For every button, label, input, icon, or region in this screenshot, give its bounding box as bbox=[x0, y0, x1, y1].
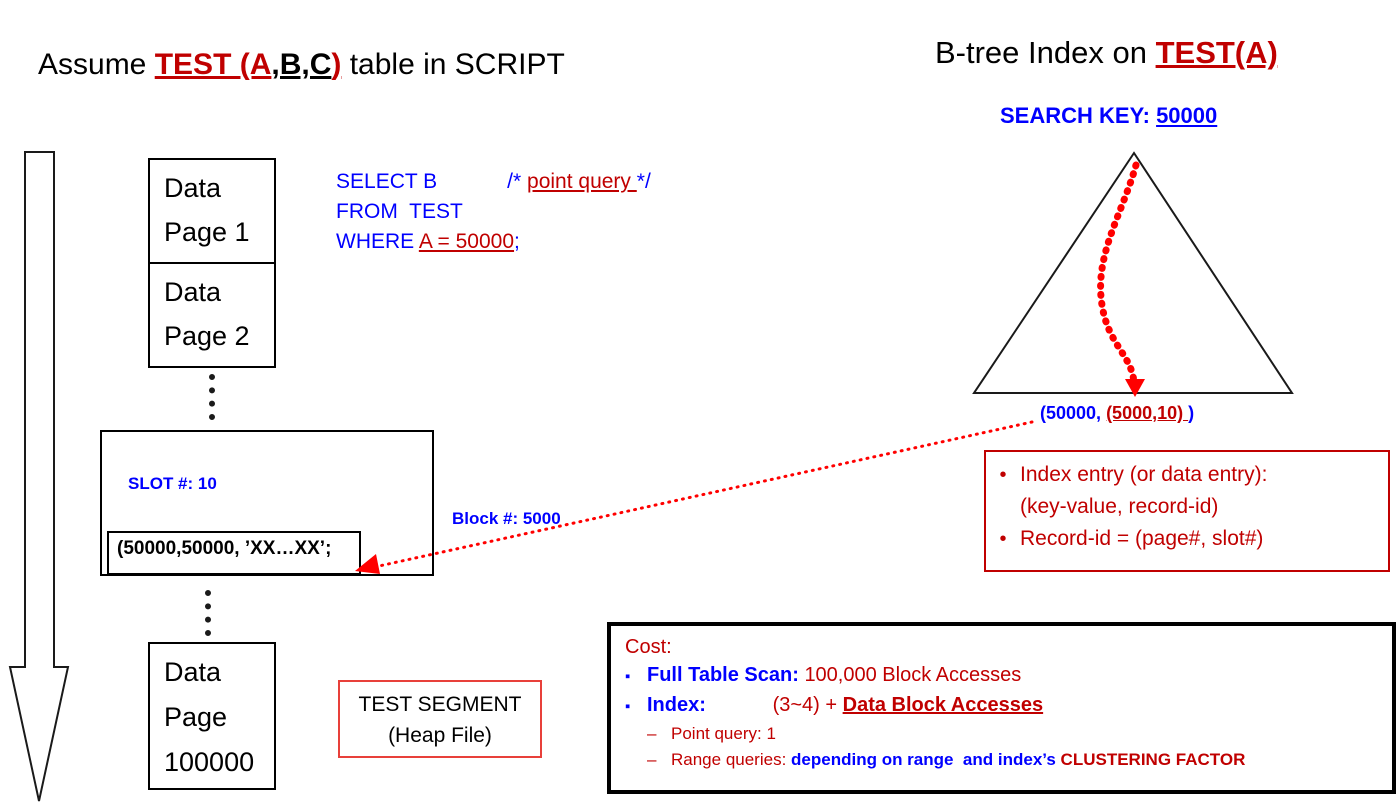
test-segment-title: TEST SEGMENT bbox=[358, 693, 522, 716]
data-page-2-box: Data Page 2 bbox=[148, 262, 276, 368]
sql-line-1: SELECT B /* point query */ bbox=[336, 167, 651, 197]
index-entry-record-id: (5000,10) bbox=[1106, 403, 1189, 423]
record-id-pointer-arrowhead bbox=[355, 554, 380, 574]
cost-subrow-0-text: Point query: 1 bbox=[671, 724, 776, 743]
bullet-dot-icon: • bbox=[999, 528, 1007, 550]
sql-comment-close: */ bbox=[636, 170, 651, 193]
test-segment-subtitle: (Heap File) bbox=[388, 724, 492, 747]
data-page-1-line-1: Data bbox=[164, 173, 222, 203]
info-bullet-2: • Record-id = (page#, slot#) bbox=[986, 523, 1388, 555]
vertical-ellipsis-upper bbox=[209, 374, 215, 420]
page-title-left-suffix: table in SCRIPT bbox=[341, 48, 565, 81]
test-segment-box: TEST SEGMENT (Heap File) bbox=[338, 680, 542, 758]
page-title-right-prefix: B-tree Index on bbox=[935, 35, 1156, 70]
record-id-pointer-line bbox=[368, 420, 1034, 570]
search-key-label: SEARCH KEY: 50000 bbox=[1000, 103, 1217, 129]
slide-canvas: Assume TEST (A,B,C) table in SCRIPT B-tr… bbox=[0, 0, 1398, 806]
page-title-right: B-tree Index on TEST(A) bbox=[935, 34, 1278, 72]
record-text: (50000,50000, ’XX…XX’; bbox=[117, 538, 332, 559]
sql-comment-text: point query bbox=[527, 170, 637, 193]
btree-triangle bbox=[962, 145, 1302, 405]
dash-icon: – bbox=[647, 750, 657, 769]
page-title-left-table-red: TEST (A bbox=[154, 48, 272, 81]
search-key-value: 50000 bbox=[1156, 103, 1218, 128]
cost-row-1-value-emphasis: Data Block Accesses bbox=[842, 694, 1044, 716]
cost-title: Cost: bbox=[625, 636, 672, 658]
search-key-text: SEARCH KEY: bbox=[1000, 103, 1157, 128]
cost-row-1-value: (3~4) + bbox=[772, 694, 843, 716]
index-entry-key: (50000, bbox=[1040, 403, 1107, 423]
dash-icon: – bbox=[647, 724, 657, 743]
data-page-last-line-3: 100000 bbox=[164, 747, 255, 777]
bullet-dot-icon: • bbox=[999, 464, 1007, 486]
index-entry-label: (50000, (5000,10) ) bbox=[1040, 403, 1194, 424]
cost-subrow-point-query: – Point query: 1 bbox=[625, 721, 1392, 747]
page-title-left-table-black: ,B,C bbox=[271, 48, 332, 81]
sql-where-keyword: WHERE bbox=[336, 230, 419, 253]
sql-query-block: SELECT B /* point query */ FROM TEST WHERE… bbox=[336, 167, 651, 257]
data-page-100000-box: Data Page 100000 bbox=[148, 642, 276, 790]
info-bullet-1-line-1: Index entry (or data entry): bbox=[1020, 463, 1268, 486]
data-page-1-line-2: Page 1 bbox=[164, 217, 250, 247]
cost-row-1-label: Index: bbox=[647, 694, 773, 716]
index-entry-close-paren: ) bbox=[1188, 403, 1195, 423]
vertical-ellipsis-lower bbox=[205, 590, 211, 636]
page-title-left-prefix: Assume bbox=[38, 48, 155, 81]
btree-triangle-shape bbox=[972, 151, 1294, 394]
bullet-square-icon: ▪ bbox=[625, 698, 631, 715]
cost-box: Cost: ▪ Full Table Scan: 100,000 Block A… bbox=[607, 622, 1396, 794]
cost-row-index: ▪ Index: (3~4) + Data Block Accesses bbox=[625, 691, 1392, 721]
cost-subrow-1-blue: depending on range and index’s bbox=[791, 750, 1061, 769]
data-page-1-box: Data Page 1 bbox=[148, 158, 276, 264]
page-title-right-emphasis: TEST(A) bbox=[1155, 35, 1278, 70]
sql-where-predicate: A = 50000 bbox=[418, 230, 515, 253]
sql-terminator: ; bbox=[514, 230, 520, 253]
data-page-2-line-2: Page 2 bbox=[164, 321, 250, 351]
page-title-left: Assume TEST (A,B,C) table in SCRIPT bbox=[38, 47, 565, 83]
cost-subrow-1-text: Range queries: bbox=[671, 750, 792, 769]
record-id-pointer bbox=[355, 420, 1034, 574]
sql-select-clause: SELECT B bbox=[336, 170, 438, 193]
cost-row-0-label: Full Table Scan: bbox=[647, 664, 805, 686]
info-bullet-1: • Index entry (or data entry): bbox=[986, 459, 1388, 491]
info-bullet-1-line-2: (key-value, record-id) bbox=[1020, 495, 1219, 518]
page-title-left-table-red2: ) bbox=[331, 48, 342, 81]
down-arrow-shape bbox=[8, 151, 70, 802]
cost-subrow-range-queries: – Range queries: depending on range and … bbox=[625, 747, 1392, 773]
cost-row-full-table-scan: ▪ Full Table Scan: 100,000 Block Accesse… bbox=[625, 661, 1392, 691]
sql-comment-open: /* bbox=[507, 170, 528, 193]
data-page-last-line-2: Page bbox=[164, 702, 228, 732]
scan-direction-arrow bbox=[6, 150, 86, 806]
sql-line-3: WHERE A = 50000; bbox=[336, 227, 651, 257]
index-entry-info-box: • Index entry (or data entry): (key-valu… bbox=[984, 450, 1390, 572]
cost-row-0-value: 100,000 Block Accesses bbox=[804, 664, 1022, 686]
data-page-last-line-1: Data bbox=[164, 657, 222, 687]
cost-subrow-1-emphasis: CLUSTERING FACTOR bbox=[1060, 750, 1246, 769]
info-bullet-2-text: Record-id = (page#, slot#) bbox=[1020, 527, 1264, 550]
bullet-square-icon: ▪ bbox=[625, 668, 631, 685]
slot-number-label: SLOT #: 10 bbox=[128, 474, 217, 493]
sql-line-2: FROM TEST bbox=[336, 200, 463, 223]
data-page-2-line-1: Data bbox=[164, 277, 222, 307]
sql-gap bbox=[437, 170, 507, 193]
